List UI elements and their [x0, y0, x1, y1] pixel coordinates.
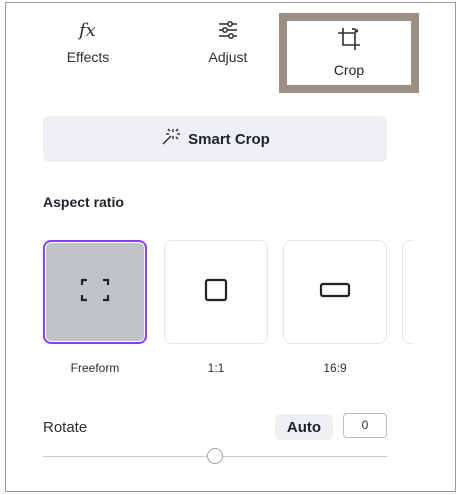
tab-adjust[interactable]: Adjust	[168, 17, 288, 65]
rotate-label: Rotate	[43, 419, 88, 436]
crop-panel: fx Effects Adjust Crop Smart Crop Aspect…	[5, 2, 456, 492]
ratio-label-1-1: 1:1	[207, 361, 225, 375]
aspect-ratio-title: Aspect ratio	[43, 194, 124, 210]
smart-crop-label: Smart Crop	[188, 130, 270, 148]
tab-crop-label: Crop	[333, 62, 365, 78]
ratio-label-freeform: Freeform	[70, 361, 120, 375]
sliders-icon	[168, 17, 288, 43]
ratio-option-freeform[interactable]	[43, 240, 147, 344]
tab-effects-label: Effects	[66, 49, 110, 65]
crop-icon	[287, 25, 411, 56]
ratio-label-16-9: 16:9	[323, 361, 347, 375]
widescreen-icon	[319, 281, 351, 304]
tab-crop[interactable]: Crop	[279, 13, 419, 93]
rotate-auto-button[interactable]: Auto	[275, 414, 333, 440]
smart-crop-button[interactable]: Smart Crop	[43, 116, 387, 162]
ratio-option-16-9[interactable]	[283, 240, 387, 344]
svg-text:fx: fx	[77, 20, 96, 41]
freeform-icon	[80, 278, 110, 307]
square-icon	[203, 277, 229, 308]
ratio-option-1-1[interactable]	[164, 240, 268, 344]
tab-adjust-label: Adjust	[208, 49, 248, 65]
fx-icon: fx	[28, 17, 148, 43]
magic-wand-icon	[160, 127, 181, 151]
ratio-option-next[interactable]	[402, 240, 414, 344]
rotate-value-input[interactable]: 0	[343, 413, 387, 438]
tab-effects[interactable]: fx Effects	[28, 17, 148, 65]
rotate-slider-thumb[interactable]	[207, 448, 223, 464]
